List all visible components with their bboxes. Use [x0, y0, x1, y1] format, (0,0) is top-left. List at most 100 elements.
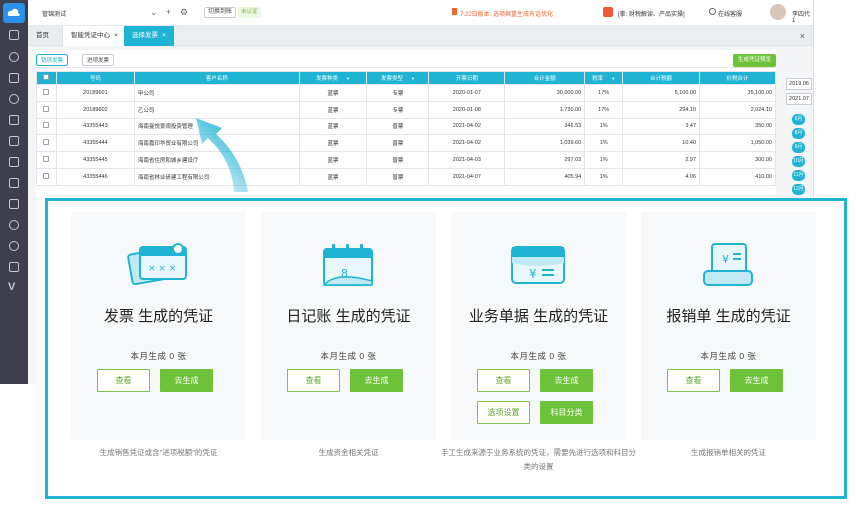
close-icon[interactable]: ×: [114, 32, 118, 39]
month-chip[interactable]: 6月: [792, 114, 805, 125]
start-date[interactable]: 2019.06: [786, 78, 812, 90]
tab-label: 智能凭证中心: [71, 32, 110, 39]
print-icon[interactable]: [9, 178, 19, 188]
table-cell: 2,024.10: [699, 100, 776, 119]
view-button[interactable]: 查看: [97, 369, 150, 392]
table-cell: 3.47: [622, 117, 701, 136]
cert-badge: 未认证: [238, 7, 261, 18]
card-title: 业务单据 生成的凭证: [468, 308, 609, 325]
table-cell: 1,050.00: [699, 134, 776, 153]
ledger-icon[interactable]: [9, 136, 19, 146]
table-cell: 蓝票: [298, 84, 368, 102]
table-row[interactable]: 20189601 甲公司 蓝票 专票 2020-01-07 30,000.00 17% 5,1…: [36, 84, 776, 102]
table-cell: 294.10: [622, 100, 701, 119]
headset-icon: [709, 8, 716, 15]
table-cell: 10.40: [622, 134, 701, 153]
svg-text:¥: ¥: [529, 267, 537, 281]
chevron-down-icon[interactable]: ⌄: [150, 7, 158, 18]
table-cell: 蓝票: [298, 167, 368, 186]
generate-preview-button[interactable]: 生成凭证预览: [732, 54, 776, 67]
column-header[interactable]: 税率 ▼: [584, 71, 624, 85]
month-chip[interactable]: 9月: [792, 142, 805, 153]
select-all-checkbox[interactable]: [36, 71, 57, 85]
table-cell: 17%: [584, 100, 624, 119]
row-checkbox[interactable]: [36, 100, 57, 119]
monthly-count: 本月生成 0 张: [510, 351, 567, 361]
view-button[interactable]: 查看: [667, 369, 720, 392]
card-description: 生成资金相关凭证: [318, 448, 379, 457]
table-row[interactable]: 43355446 海南省林业研建工程有限公司 蓝票 普票 2021-04-07 405.9…: [36, 167, 776, 186]
tab-select-invoice[interactable]: 选择发票 ×: [124, 26, 174, 46]
row-checkbox[interactable]: [36, 84, 57, 102]
generate-button[interactable]: 去生成: [540, 369, 593, 392]
table-cell: 1,039.60: [504, 134, 586, 153]
month-chip[interactable]: 10月: [792, 156, 805, 167]
table-cell: 专票: [366, 100, 430, 119]
column-header[interactable]: 发票类型 ▼: [366, 71, 430, 85]
export-icon[interactable]: [9, 262, 19, 272]
store-icon[interactable]: [9, 157, 19, 167]
sidebar: V: [0, 0, 28, 384]
table-cell: 蓝票: [298, 134, 368, 153]
online-service-link[interactable]: 在线客服: [718, 9, 742, 18]
ad-text[interactable]: [拳: 财税解读、产品实操]: [618, 9, 685, 18]
table-row[interactable]: 43355443 海南曼悦景观投资管理 蓝票 普票 2021-04-02 346.53 1%…: [36, 117, 776, 136]
view-button[interactable]: 查看: [477, 369, 530, 392]
tab-sales-invoice[interactable]: 销项发票: [36, 54, 69, 66]
tab-home[interactable]: 首页: [28, 26, 57, 46]
row-checkbox[interactable]: [36, 117, 57, 136]
row-checkbox[interactable]: [36, 167, 57, 186]
report-icon[interactable]: [9, 199, 19, 209]
receipt-icon: ¥: [703, 243, 753, 286]
tab-input-invoice[interactable]: 进项发票: [82, 54, 115, 66]
company-name[interactable]: 管锦测试: [42, 9, 66, 18]
month-chip[interactable]: 12月: [792, 184, 805, 195]
card-description: 生成销售凭证或含"进项税额"的凭证: [99, 448, 218, 457]
generate-button[interactable]: 去生成: [160, 369, 213, 392]
svg-text:× × ×: × × ×: [148, 264, 176, 274]
v-icon[interactable]: V: [8, 281, 15, 293]
end-date[interactable]: 2021.07: [786, 93, 812, 105]
column-header: 开票日期: [428, 71, 506, 85]
row-checkbox[interactable]: [36, 151, 57, 169]
generate-button[interactable]: 去生成: [730, 369, 783, 392]
money-icon[interactable]: [9, 94, 19, 104]
subject-classify-button[interactable]: 科目分类: [540, 401, 593, 424]
table-cell: 蓝票: [298, 117, 368, 136]
table-row[interactable]: 43355445 海南省住房和城乡建设厅 蓝票 普票 2021-04-03 297.03 1…: [36, 151, 776, 169]
voucher-icon[interactable]: [9, 52, 19, 62]
document-icon[interactable]: [9, 115, 19, 125]
table-cell: 20189602: [55, 100, 135, 119]
plus-icon[interactable]: +: [166, 7, 171, 17]
table-cell: 30,000.00: [504, 84, 586, 102]
view-button[interactable]: 查看: [287, 369, 340, 392]
avatar[interactable]: [770, 4, 786, 20]
user-name[interactable]: 李四代1: [792, 9, 813, 24]
table-cell: 20189601: [55, 84, 135, 102]
switch-book-button[interactable]: 切换到账: [204, 7, 237, 18]
gear-icon[interactable]: ⚙: [180, 7, 188, 18]
column-header[interactable]: 发票种类 ▼: [298, 71, 368, 85]
reimbursement-voucher-card: ¥ 报销单 生成的凭证 本月生成 0 张 查看 去生成: [641, 212, 816, 440]
home-icon[interactable]: [9, 30, 19, 40]
tab-voucher-center[interactable]: 智能凭证中心 ×: [62, 26, 127, 46]
close-icon[interactable]: ×: [162, 32, 166, 39]
column-header: 价税合计: [699, 71, 776, 85]
table-cell: 17%: [584, 84, 624, 102]
tools-icon[interactable]: [9, 220, 19, 230]
table-row[interactable]: 20189602 乙公司 蓝票 专票 2020-01-08 1,730.00 17% 294.…: [36, 100, 776, 119]
table-row[interactable]: 43355444 海南嘉印华贸业有限公司 蓝票 普票 2021-04-02 1,039.6…: [36, 134, 776, 153]
notice-text[interactable]: 7.22日版本: 选项框重生成有话优化: [460, 9, 553, 18]
generate-button[interactable]: 去生成: [350, 369, 403, 392]
settings-icon[interactable]: [9, 241, 19, 251]
chart-icon[interactable]: [9, 73, 19, 83]
close-window-icon[interactable]: ×: [800, 31, 805, 41]
option-settings-button[interactable]: 选项设置: [477, 401, 530, 424]
row-checkbox[interactable]: [36, 134, 57, 153]
table-cell: 5,100.00: [622, 84, 701, 102]
month-chip[interactable]: 8月: [792, 128, 805, 139]
voucher-source-panel: × × × 发票 生成的凭证 本月生成 0 张 查看 去生成 8 日记账 生成的…: [45, 198, 847, 499]
month-chip[interactable]: 11月: [792, 170, 805, 181]
table-cell: 普票: [366, 151, 430, 169]
table-cell: 43355446: [55, 167, 135, 186]
